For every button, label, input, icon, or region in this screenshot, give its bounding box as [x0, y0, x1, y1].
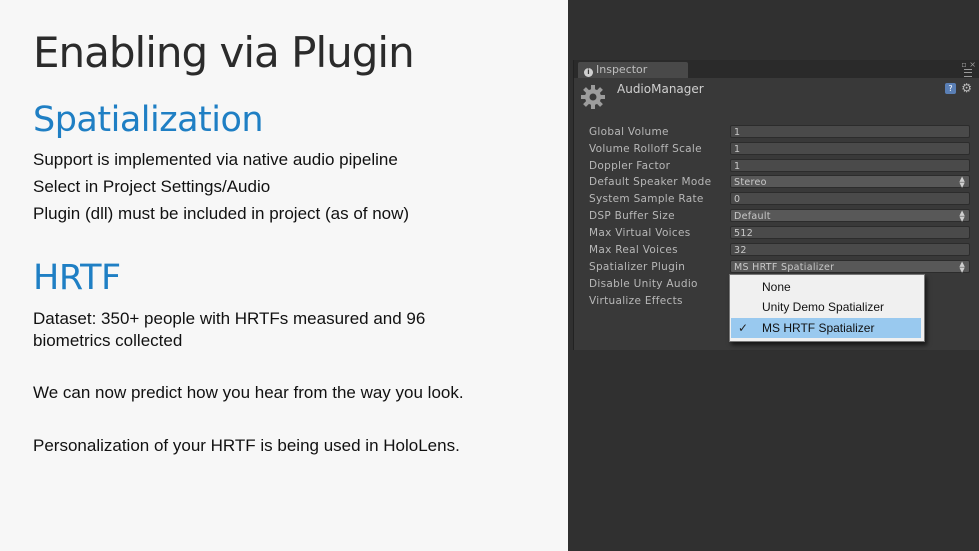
- dropdown-value: MS HRTF Spatializer: [734, 262, 835, 273]
- bullet-text: Dataset: 350+ people with HRTFs measured…: [33, 309, 426, 328]
- option-unity-demo-spatializer[interactable]: Unity Demo Spatializer: [731, 297, 921, 317]
- field-label: Volume Rolloff Scale: [589, 143, 702, 155]
- settings-icon[interactable]: ⚙: [961, 81, 972, 95]
- max-real-voices-input[interactable]: 32: [730, 243, 970, 256]
- section-heading-spatialization: Spatialization: [33, 100, 264, 140]
- bullet-text: Select in Project Settings/Audio: [33, 177, 271, 196]
- section-heading-hrtf: HRTF: [33, 258, 121, 298]
- field-row-doppler: Doppler Factor 1: [589, 158, 974, 174]
- field-row-speaker-mode: Default Speaker Mode Stereo ▲ ▼: [589, 174, 974, 190]
- gear-icon: [581, 85, 605, 109]
- dropdown-value: Default: [734, 211, 771, 222]
- doppler-factor-input[interactable]: 1: [730, 159, 970, 172]
- option-ms-hrtf-spatializer[interactable]: ✓ MS HRTF Spatializer: [731, 318, 921, 338]
- field-row-dsp-buffer: DSP Buffer Size Default ▲ ▼: [589, 208, 974, 224]
- info-icon: i: [584, 68, 593, 77]
- bullet-text: Plugin (dll) must be included in project…: [33, 204, 410, 223]
- checkmark-icon: ✓: [738, 321, 749, 335]
- option-none[interactable]: None: [731, 277, 921, 297]
- spatializer-plugin-dropdown[interactable]: MS HRTF Spatializer ▲ ▼: [730, 260, 970, 274]
- dropdown-arrows-icon: ▲ ▼: [959, 260, 965, 274]
- field-label: Virtualize Effects: [589, 295, 683, 307]
- field-row-global-volume: Global Volume 1: [589, 124, 974, 140]
- spatializer-options-popup: None Unity Demo Spatializer ✓ MS HRTF Sp…: [729, 274, 925, 342]
- dropdown-value: Stereo: [734, 177, 767, 188]
- option-label: None: [762, 280, 791, 294]
- component-name: AudioManager: [617, 82, 704, 96]
- help-icon[interactable]: ?: [945, 83, 956, 94]
- tab-inspector[interactable]: i Inspector: [578, 62, 688, 78]
- field-row-max-virtual-voices: Max Virtual Voices 512: [589, 225, 974, 241]
- sample-rate-input[interactable]: 0: [730, 192, 970, 205]
- tab-label: Inspector: [596, 63, 648, 76]
- bullet-text: We can now predict how you hear from the…: [33, 383, 464, 402]
- field-label: Max Virtual Voices: [589, 227, 691, 239]
- bullet-text: Personalization of your HRTF is being us…: [33, 436, 460, 455]
- field-label: Disable Unity Audio: [589, 278, 698, 290]
- option-label: MS HRTF Spatializer: [762, 321, 875, 335]
- bullet-text: Support is implemented via native audio …: [33, 150, 398, 169]
- global-volume-input[interactable]: 1: [730, 125, 970, 138]
- field-label: DSP Buffer Size: [589, 210, 675, 222]
- dropdown-arrows-icon: ▲ ▼: [959, 209, 965, 223]
- dropdown-arrows-icon: ▲ ▼: [959, 175, 965, 189]
- field-label: Spatializer Plugin: [589, 261, 686, 273]
- field-label: Global Volume: [589, 126, 669, 138]
- dsp-buffer-dropdown[interactable]: Default ▲ ▼: [730, 209, 970, 223]
- field-row-sample-rate: System Sample Rate 0: [589, 191, 974, 207]
- window-controls[interactable]: ▫ ×: [961, 60, 976, 69]
- field-label: Default Speaker Mode: [589, 176, 712, 188]
- tab-bar: i Inspector ▫ ×: [574, 60, 979, 78]
- bullet-text: biometrics collected: [33, 331, 183, 350]
- max-virtual-voices-input[interactable]: 512: [730, 226, 970, 239]
- menu-icon[interactable]: [964, 69, 972, 77]
- field-label: Doppler Factor: [589, 160, 671, 172]
- volume-rolloff-input[interactable]: 1: [730, 142, 970, 155]
- slide-panel: Enabling via Plugin Spatialization Suppo…: [0, 0, 568, 551]
- slide-title: Enabling via Plugin: [33, 28, 415, 77]
- field-row-volume-rolloff: Volume Rolloff Scale 1: [589, 141, 974, 157]
- field-row-max-real-voices: Max Real Voices 32: [589, 242, 974, 258]
- field-row-spatializer: Spatializer Plugin MS HRTF Spatializer ▲…: [589, 259, 974, 275]
- field-label: System Sample Rate: [589, 193, 704, 205]
- option-label: Unity Demo Spatializer: [762, 300, 885, 314]
- speaker-mode-dropdown[interactable]: Stereo ▲ ▼: [730, 175, 970, 189]
- field-label: Max Real Voices: [589, 244, 678, 256]
